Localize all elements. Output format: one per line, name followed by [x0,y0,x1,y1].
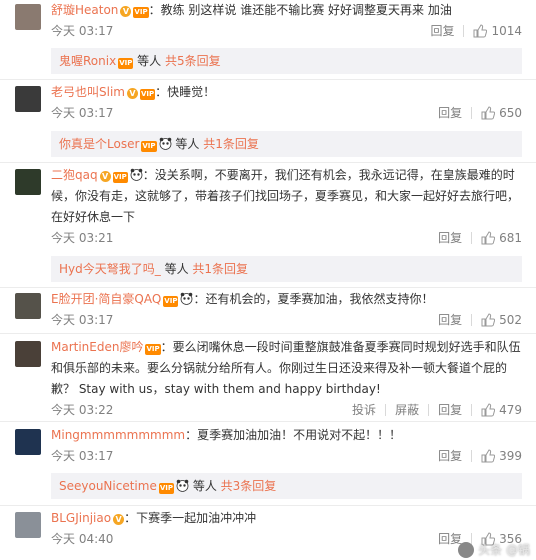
avatar[interactable] [15,512,41,538]
reply-button[interactable]: 回复 [429,228,471,248]
thumbs-up-icon [473,24,488,38]
sub-reply-summary[interactable]: 你真是个Loser VIP 等人 共1条回复 [51,131,522,157]
report-button[interactable]: 投诉 [343,400,385,420]
sub-reply-count[interactable]: 共5条回复 [165,54,221,68]
vip-badge-icon: VIP [112,172,128,183]
vip-badge-icon: VIP [163,296,179,307]
sub-reply-summary[interactable]: 鬼喔Ronix VIP 等人 共5条回复 [51,48,522,74]
vip-badge-icon: VIP [139,89,156,100]
thumbs-up-icon [481,449,496,463]
comment-username[interactable]: MartinEden廖吟 [51,340,143,354]
sub-reply-user[interactable]: 你真是个Loser [59,137,139,151]
panda-icon [176,479,189,492]
like-count: 502 [499,313,522,327]
comment-username[interactable]: E脸开团·简自豪QAQ [51,292,161,306]
verified-icon: V [99,171,111,182]
comment-time: 今天 03:21 [51,231,114,245]
thumbs-up-icon [481,313,496,327]
divider [0,287,536,288]
avatar[interactable] [15,429,41,455]
sub-reply-others: 等人 [164,262,189,276]
comment-text: ：还有机会的，夏季赛加油，我依然支持你！ [193,292,434,306]
comment-time: 今天 03:17 [51,313,114,327]
vip-badge-icon: VIP [118,58,134,69]
sub-reply-user[interactable]: Hyd今天弩我了吗_ [59,262,161,276]
like-count: 681 [499,231,522,245]
reply-button[interactable]: 回复 [429,103,471,123]
like-button[interactable]: 681 [472,228,522,248]
verified-icon: V [113,514,125,525]
comment-text: ：教练 别这样说 谁还能不输比赛 好好调整夏天再来 加油 [148,3,452,17]
panda-icon [159,137,171,150]
avatar[interactable] [15,293,41,319]
like-button[interactable]: 399 [472,446,522,466]
toutiao-logo-icon [458,541,475,558]
watermark: 头条 @锅 [458,541,530,558]
comment-text: ：下赛季一起加油冲冲冲 [124,511,257,525]
divider [0,505,536,506]
sub-reply-count[interactable]: 共1条回复 [203,137,259,151]
comment-time: 今天 03:22 [51,403,114,417]
like-count: 1014 [491,24,522,38]
sub-reply-others: 等人 [192,479,217,493]
avatar[interactable] [15,86,41,112]
sub-reply-user[interactable]: SeeyouNicetime [59,479,157,493]
comment-time: 今天 03:17 [51,449,114,463]
like-count: 650 [499,106,522,120]
vip-badge-icon: VIP [141,141,157,152]
divider [0,421,536,422]
avatar[interactable] [15,341,41,367]
like-button[interactable]: 502 [472,310,522,330]
comment-username[interactable]: BLGJinjiao [51,511,111,525]
thumbs-up-icon [481,231,496,245]
sub-reply-others: 等人 [175,137,200,151]
comment-text: ：快睡觉！ [155,85,216,99]
like-button[interactable]: 1014 [464,21,522,41]
vip-badge-icon: VIP [158,483,174,494]
comment-time: 今天 03:17 [51,24,114,38]
sub-reply-count[interactable]: 共1条回复 [192,262,248,276]
comment-time: 今天 03:17 [51,106,114,120]
comment-username[interactable]: 二狍qaq [51,168,98,182]
sub-reply-others: 等人 [137,54,162,68]
divider [0,162,536,163]
comment-feed: 舒璇Heaton V VIP：教练 别这样说 谁还能不输比赛 好好调整夏天再来 加油… [0,0,536,560]
vip-badge-icon: VIP [133,7,149,18]
sub-reply-user[interactable]: 鬼喔Ronix [59,54,116,68]
sub-reply-count[interactable]: 共3条回复 [221,479,277,493]
panda-icon [181,292,193,305]
reply-button[interactable]: 回复 [429,310,471,330]
avatar[interactable] [15,4,41,30]
block-button[interactable]: 屏蔽 [386,400,428,420]
divider [0,79,536,80]
sub-reply-summary[interactable]: Hyd今天弩我了吗_ 等人 共1条回复 [51,256,522,282]
comment-text: ：夏季赛加油加油！不用说对不起！！！ [185,428,402,442]
comment-time: 今天 04:40 [51,532,114,546]
vip-badge-icon: VIP [145,344,161,355]
panda-icon [130,168,143,181]
comment-username[interactable]: Mingmmmmmmmmm [51,428,185,442]
comment-username[interactable]: 老弓也叫Slim [51,85,125,99]
thumbs-up-icon [481,106,496,120]
verified-icon: V [126,88,138,99]
divider [0,333,536,334]
avatar[interactable] [15,169,41,195]
thumbs-up-icon [481,403,496,417]
verified-icon: V [120,6,132,17]
like-button[interactable]: 650 [472,103,522,123]
reply-button[interactable]: 回复 [429,400,471,420]
sub-reply-summary[interactable]: SeeyouNicetime VIP 等人 共3条回复 [51,473,522,499]
reply-button[interactable]: 回复 [429,446,471,466]
like-count: 399 [499,449,522,463]
like-count: 479 [499,403,522,417]
watermark-text: 头条 @锅 [478,543,530,557]
like-button[interactable]: 479 [472,400,522,420]
reply-button[interactable]: 回复 [421,21,463,41]
comment-username[interactable]: 舒璇Heaton [51,3,118,17]
